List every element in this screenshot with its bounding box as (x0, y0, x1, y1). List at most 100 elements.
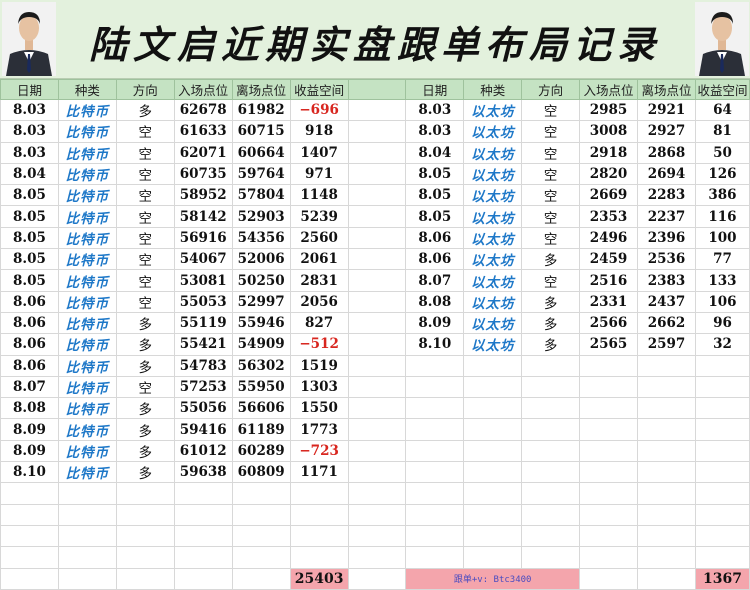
cell-date (0, 503, 59, 526)
cell-date (405, 375, 465, 399)
cell-date: 8.05 (0, 184, 59, 207)
table-row: 8.09 比特币多 61012 60289 −723 (0, 439, 750, 463)
cell-entry (579, 503, 638, 526)
cell-exit: 2921 (637, 98, 696, 122)
cell-profit: 2056 (289, 290, 349, 313)
cell-date: 8.10 (405, 333, 465, 356)
cell-date (0, 546, 59, 569)
cell-profit: 2560 (289, 226, 349, 250)
cell-exit (637, 439, 696, 463)
cell-profit (694, 397, 750, 420)
column-header: 离场点位 (637, 79, 696, 100)
cell-dir: 空 (115, 248, 175, 271)
cell-exit (231, 503, 291, 526)
cell-entry (579, 418, 638, 441)
cell-entry: 55421 (173, 333, 233, 356)
column-header: 日期 (0, 79, 59, 100)
cell-type: 以太坊 (463, 141, 523, 164)
spacer-cell (347, 141, 407, 164)
cell-date: 8.10 (0, 461, 59, 484)
cell-entry: 2820 (579, 162, 638, 186)
cell-profit (694, 524, 750, 548)
cell-entry (173, 503, 233, 526)
cell-exit: 50250 (231, 269, 291, 292)
title-banner: 陆文启近期实盘跟单布局记录 (0, 0, 750, 79)
cell-entry (579, 375, 638, 399)
cell-profit: 116 (694, 205, 750, 228)
cell-date: 8.03 (405, 120, 465, 143)
spacer-cell (347, 120, 407, 143)
cell-dir (521, 503, 581, 526)
cell-dir: 空 (521, 141, 581, 164)
cell-exit: 52903 (231, 205, 291, 228)
cell-type (463, 418, 523, 441)
cell-type: 比特币 (57, 461, 117, 484)
cell-exit (637, 397, 696, 420)
cell-exit: 2396 (637, 226, 696, 250)
column-header: 离场点位 (231, 79, 291, 100)
cell-dir: 空 (115, 184, 175, 207)
cell-exit: 52006 (231, 248, 291, 271)
cell-exit: 2536 (637, 248, 696, 271)
cell-date: 8.06 (0, 311, 59, 335)
cell-type: 以太坊 (463, 226, 523, 250)
cell-date: 8.09 (0, 418, 59, 441)
contact-note: 跟单+v: Btc3400 (405, 567, 581, 590)
spacer-cell (347, 461, 407, 484)
cell-type: 比特币 (57, 205, 117, 228)
cell-dir: 多 (115, 98, 175, 122)
cell-date: 8.05 (0, 205, 59, 228)
cell-type: 以太坊 (463, 290, 523, 313)
cell-entry (173, 482, 233, 505)
cell-dir: 多 (521, 311, 581, 335)
cell-type: 比特币 (57, 439, 117, 463)
cell-date: 8.08 (405, 290, 465, 313)
cell-profit (694, 354, 750, 377)
spacer-cell (347, 418, 407, 441)
spacer-cell (347, 205, 407, 228)
cell-type: 比特币 (57, 98, 117, 122)
spacer-cell (347, 79, 407, 100)
cell-exit: 2694 (637, 162, 696, 186)
cell-profit: 1407 (289, 141, 349, 164)
cell-type: 比特币 (57, 141, 117, 164)
right-total: 1367 (694, 567, 750, 590)
empty-cell (173, 567, 233, 590)
cell-date: 8.09 (405, 311, 465, 335)
cell-entry: 61633 (173, 120, 233, 143)
cell-type: 比特币 (57, 120, 117, 143)
empty-cell (0, 567, 59, 590)
cell-dir: 多 (115, 354, 175, 377)
cell-dir: 多 (521, 290, 581, 313)
cell-profit (289, 482, 349, 505)
table-row: 8.03 比特币多 62678 61982 −696 8.03 以太坊空 2985 2921 64 (0, 98, 750, 122)
right-avatar (695, 2, 749, 76)
cell-dir: 多 (521, 248, 581, 271)
cell-date: 8.05 (405, 162, 465, 186)
column-header: 日期 (405, 79, 465, 100)
cell-profit: 1171 (289, 461, 349, 484)
cell-exit: 60664 (231, 141, 291, 164)
spacer-cell (347, 546, 407, 569)
cell-date: 8.07 (0, 375, 59, 399)
column-header: 收益空间 (289, 79, 349, 100)
cell-dir: 空 (521, 184, 581, 207)
cell-entry: 2669 (579, 184, 638, 207)
cell-entry: 53081 (173, 269, 233, 292)
spacer-cell (347, 333, 407, 356)
spacer-cell (347, 98, 407, 122)
table-row: 8.05 比特币空 56916 54356 2560 8.06 以太坊空 2496 2396 10… (0, 226, 750, 250)
cell-entry (579, 354, 638, 377)
cell-entry: 59638 (173, 461, 233, 484)
cell-dir (521, 546, 581, 569)
cell-dir (521, 439, 581, 463)
column-header: 收益空间 (694, 79, 750, 100)
cell-exit (231, 546, 291, 569)
cell-profit: 2831 (289, 269, 349, 292)
cell-exit: 52997 (231, 290, 291, 313)
cell-dir: 空 (521, 162, 581, 186)
cell-entry: 58952 (173, 184, 233, 207)
cell-dir: 多 (115, 439, 175, 463)
cell-date: 8.07 (405, 269, 465, 292)
cell-entry: 59416 (173, 418, 233, 441)
